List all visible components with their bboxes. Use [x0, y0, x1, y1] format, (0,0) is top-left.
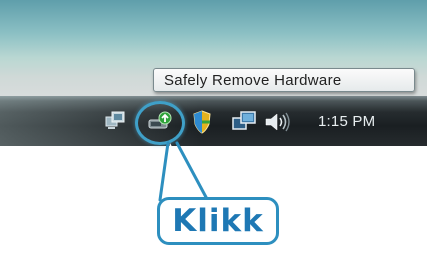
callout-label: Klikk [172, 203, 264, 239]
screenshot-stage: Safely Remove Hardware 1:15 PM Klikk [0, 0, 427, 262]
